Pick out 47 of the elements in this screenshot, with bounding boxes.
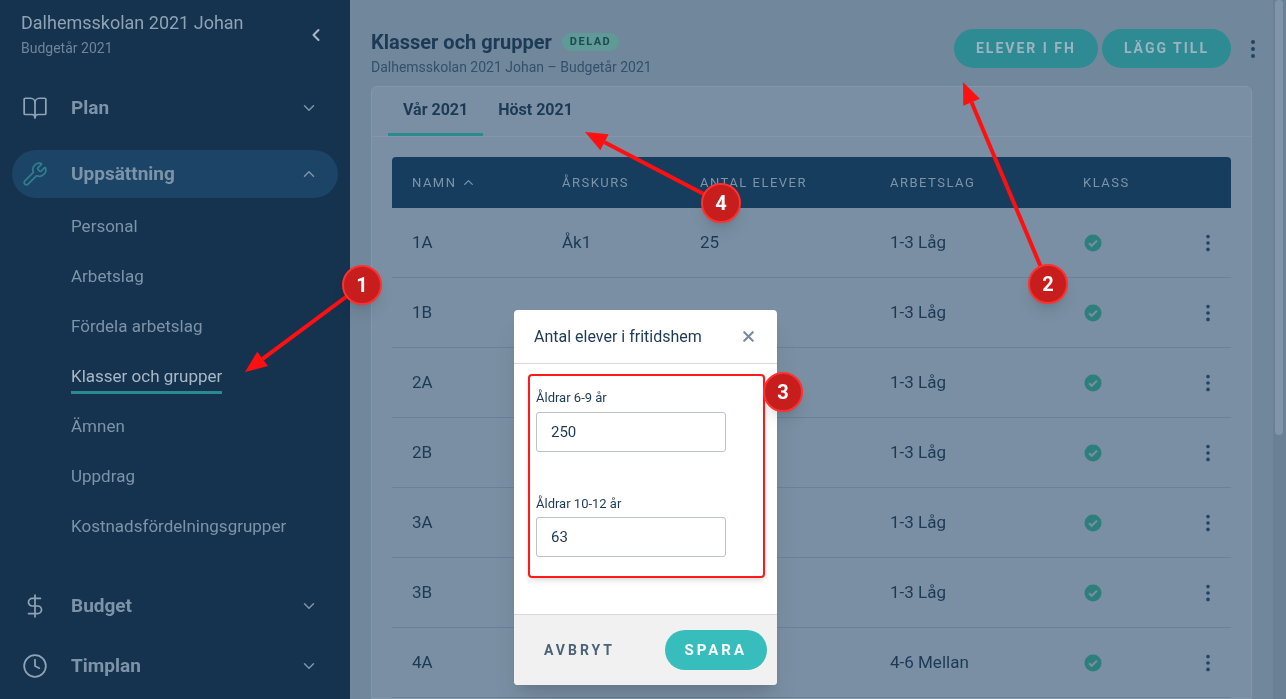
number-field[interactable]: 63	[536, 517, 726, 557]
number-field[interactable]: 250	[536, 411, 726, 452]
nav-subitem[interactable]: Ämnen	[71, 413, 125, 445]
nav-subitem[interactable]: Klasser och grupper	[71, 363, 223, 395]
nav-subitem[interactable]: Uppdrag	[71, 463, 135, 495]
school-title: Dalhemsskolan 2021 Johan	[21, 12, 244, 34]
column-header[interactable]: KLASS	[1083, 172, 1193, 193]
table-cell-text: 3A	[412, 510, 434, 534]
table-cell-text: 1-3 Låg	[890, 580, 947, 604]
table-cell-text: 4-6 Mellan	[890, 650, 970, 674]
page-title: Klasser och grupper	[371, 29, 552, 56]
table-cell-text: 1-3 Låg	[890, 300, 947, 324]
table-cell-text: 1A	[412, 230, 434, 254]
nav-item[interactable]: Timplan	[12, 642, 338, 690]
table-cell-text: 1-3 Låg	[890, 370, 947, 394]
column-header[interactable]: ÅRSKURS	[562, 172, 700, 193]
shared-badge: DELAD	[561, 32, 620, 52]
nav-subitem[interactable]: Personal	[71, 213, 138, 245]
nav-subitem[interactable]: Fördela arbetslag	[71, 313, 203, 345]
book-icon	[22, 95, 48, 121]
budget-year: Budgetår 2021	[21, 39, 114, 58]
wrench-icon	[22, 161, 48, 187]
tab[interactable]: Vår 2021	[388, 87, 484, 136]
nav-subitem[interactable]: Arbetslag	[71, 263, 144, 295]
field-label: Åldrar 6-9 år	[536, 388, 608, 407]
close-icon[interactable]	[740, 328, 757, 345]
table-cell: 25	[700, 231, 720, 252]
table-cell-text: 1-3 Låg	[890, 440, 947, 464]
cancel-button[interactable]: AVBRYT	[534, 632, 626, 668]
save-button[interactable]: SPARA	[664, 630, 767, 670]
page-subtitle: Dalhemsskolan 2021 Johan – Budgetår 2021	[371, 58, 652, 77]
tab[interactable]: Höst 2021	[483, 87, 588, 136]
table-cell: Åk1	[562, 231, 592, 252]
field-label: Åldrar 10-12 år	[536, 494, 623, 513]
nav-item[interactable]: Budget	[12, 582, 338, 630]
table-cell-text: 2B	[412, 440, 434, 464]
column-header[interactable]: ARBETSLAG	[890, 172, 1083, 193]
nav-item[interactable]: Plan	[12, 84, 338, 132]
dialog-title: Antal elever i fritidshem	[534, 325, 702, 348]
table-cell-text: 1B	[412, 300, 434, 324]
table-cell-text: 3B	[412, 580, 434, 604]
column-header[interactable]: NAMN	[412, 172, 562, 193]
table-cell-text: 1-3 Låg	[890, 230, 947, 254]
clock-icon	[22, 653, 48, 679]
nav-item[interactable]: Uppsättning	[12, 150, 338, 198]
table-cell-text: 1-3 Låg	[890, 510, 947, 534]
nav-subitem[interactable]: Kostnadsfördelningsgrupper	[71, 513, 287, 545]
